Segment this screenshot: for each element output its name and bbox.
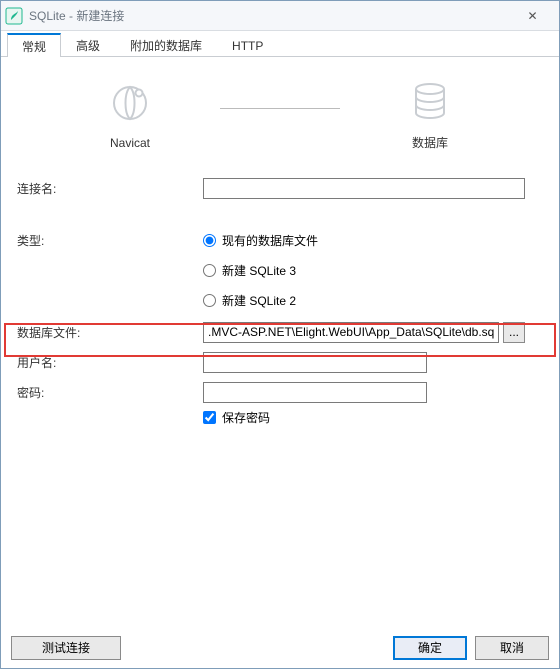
password-input[interactable] [203, 382, 427, 403]
db-file-input[interactable] [203, 322, 499, 343]
titlebar: SQLite - 新建连接 ✕ [1, 1, 559, 31]
ellipsis-icon: ... [509, 325, 519, 339]
type-radio-sqlite3[interactable] [203, 264, 216, 277]
dialog-window: SQLite - 新建连接 ✕ 常规 高级 附加的数据库 HTTP Navica… [0, 0, 560, 669]
test-connection-button[interactable]: 测试连接 [11, 636, 121, 660]
tab-content: Navicat 数据库 连接名: [1, 57, 559, 626]
type-radio-sqlite2[interactable] [203, 294, 216, 307]
tab-attached-db[interactable]: 附加的数据库 [115, 33, 217, 57]
connection-name-label: 连接名: [17, 180, 203, 197]
app-icon [5, 7, 23, 25]
diagram-connector [220, 108, 340, 109]
database-icon [408, 79, 452, 126]
tabs: 常规 高级 附加的数据库 HTTP [1, 31, 559, 57]
username-input[interactable] [203, 352, 427, 373]
footer: 测试连接 确定 取消 [1, 626, 559, 668]
connection-name-input[interactable] [203, 178, 525, 199]
type-option-sqlite2[interactable]: 新建 SQLite 2 [203, 289, 296, 311]
username-label: 用户名: [17, 354, 203, 371]
type-option-existing[interactable]: 现有的数据库文件 [203, 229, 318, 251]
diagram-left-label: Navicat [110, 136, 150, 150]
type-option-sqlite3[interactable]: 新建 SQLite 3 [203, 259, 296, 281]
save-password-input[interactable] [203, 411, 216, 424]
diagram-right-label: 数据库 [412, 134, 448, 151]
cancel-button[interactable]: 取消 [475, 636, 549, 660]
browse-button[interactable]: ... [503, 322, 525, 343]
tab-advanced[interactable]: 高级 [61, 33, 115, 57]
navicat-icon [108, 81, 152, 128]
ok-button[interactable]: 确定 [393, 636, 467, 660]
password-label: 密码: [17, 384, 203, 401]
close-button[interactable]: ✕ [510, 2, 555, 30]
save-password-checkbox[interactable]: 保存密码 [203, 409, 543, 426]
connection-diagram: Navicat 数据库 [17, 79, 543, 151]
tab-http[interactable]: HTTP [217, 33, 278, 57]
window-title: SQLite - 新建连接 [29, 7, 124, 24]
tab-general[interactable]: 常规 [7, 33, 61, 57]
type-radio-existing[interactable] [203, 234, 216, 247]
type-label: 类型: [17, 232, 203, 249]
close-icon: ✕ [527, 9, 537, 23]
db-file-label: 数据库文件: [17, 324, 203, 341]
